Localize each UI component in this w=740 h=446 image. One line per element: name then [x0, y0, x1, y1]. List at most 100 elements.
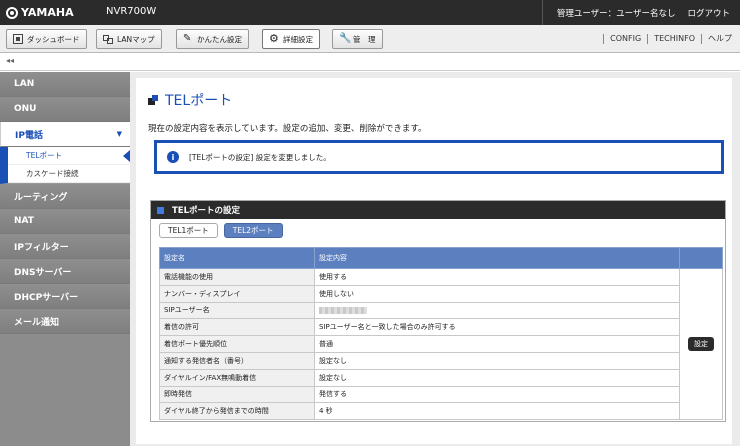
setting-name: 通知する発信者名（番号）	[159, 351, 315, 370]
dashboard-icon	[13, 34, 23, 44]
sidebar-submenu: TELポート カスケード接続	[0, 147, 130, 184]
table-row: ナンバー・ディスプレイ 使用しない	[159, 284, 723, 303]
yamaha-logo-icon	[6, 6, 18, 19]
tab-dashboard[interactable]: ダッシュボード	[6, 29, 87, 49]
sidebar-item-label: ONU	[14, 104, 37, 114]
setting-name: 即時発信	[159, 385, 315, 404]
sidebar-item-onu[interactable]: ONU	[0, 97, 130, 122]
setting-name: 着信ポート優先順位	[159, 335, 315, 353]
info-icon: i	[167, 151, 179, 163]
help-link[interactable]: ヘルプ	[708, 33, 732, 44]
setting-value: 普通	[314, 335, 680, 353]
sidebar-item-nat[interactable]: NAT	[0, 209, 130, 234]
tab-label: ダッシュボード	[27, 34, 80, 44]
sidebar-item-label: IP電話	[15, 130, 43, 141]
setting-name: ナンバー・ディスプレイ	[159, 284, 315, 303]
chevron-down-icon: ▼	[116, 130, 122, 138]
setting-value: 4 秒	[314, 402, 680, 421]
setting-name: ダイヤル終了から発信までの時間	[159, 402, 315, 421]
sidebar: LAN ONU IP電話 ▼ TELポート カスケード接続 ルーティング NAT…	[0, 72, 130, 446]
setting-value: 発信する	[314, 385, 680, 404]
easy-setup-icon: ✎	[183, 33, 192, 44]
setting-value: 使用する	[314, 268, 680, 286]
panel-header-icon	[157, 206, 164, 214]
config-link[interactable]: CONFIG	[610, 34, 641, 43]
tab-easy-setup[interactable]: ✎ かんたん設定	[176, 29, 249, 49]
sidebar-item-label: DHCPサーバー	[14, 292, 79, 303]
table-row: 着信ポート優先順位 普通	[159, 335, 723, 353]
sidebar-item-routing[interactable]: ルーティング	[0, 184, 130, 209]
table-row: SIPユーザー名	[159, 301, 723, 320]
page-description: 現在の設定内容を表示しています。設定の追加、変更、削除ができます。	[148, 124, 427, 134]
settings-table: 設定名 設定内容 電話機能の使用 使用する 設定 ナンバー・ディスプレイ 使用し…	[159, 247, 723, 421]
sidebar-item-label: DNSサーバー	[14, 267, 72, 278]
sidebar-item-label: IPフィルター	[14, 242, 69, 253]
tab-management[interactable]: 🔧 管 理	[332, 29, 383, 49]
sidebar-subitem-label: TELポート	[26, 151, 62, 160]
tab-lan-map[interactable]: LANマップ	[96, 29, 162, 49]
techinfo-link[interactable]: TECHINFO	[654, 34, 695, 43]
sidebar-item-dns-server[interactable]: DNSサーバー	[0, 259, 130, 284]
sidebar-item-ip-filter[interactable]: IPフィルター	[0, 234, 130, 259]
top-right: 管理ユーザー：ユーザー名なし ログアウト	[541, 0, 740, 25]
table-row: 即時発信 発信する	[159, 385, 723, 404]
divider	[647, 33, 649, 44]
sidebar-item-label: LAN	[14, 79, 35, 89]
logo-text: YAMAHA	[21, 6, 74, 19]
column-header-action	[679, 247, 723, 269]
column-header: 設定内容	[314, 247, 680, 269]
content-pane: TELポート 現在の設定内容を表示しています。設定の追加、変更、削除ができます。…	[136, 78, 732, 444]
logout-link[interactable]: ログアウト	[687, 7, 730, 19]
tab-advanced-settings[interactable]: ⚙ 詳細設定	[262, 29, 320, 49]
panel-title: TELポートの設定	[172, 206, 241, 216]
page-title-icon	[148, 94, 159, 106]
table-row: 通知する発信者名（番号） 設定なし	[159, 351, 723, 370]
tab-label: 詳細設定	[283, 34, 313, 44]
setting-value-redacted	[314, 301, 680, 320]
table-row: ダイヤル終了から発信までの時間 4 秒	[159, 402, 723, 421]
table-row: 電話機能の使用 使用する 設定	[159, 267, 723, 421]
page-title: TELポート	[148, 90, 232, 110]
main-nav: ダッシュボード LANマップ ✎ かんたん設定 ⚙ 詳細設定 🔧 管 理 CON…	[0, 25, 740, 53]
tab-tel2-port[interactable]: TEL2ポート	[223, 223, 283, 238]
collapse-sidebar-icon[interactable]: ◂◂	[6, 56, 14, 65]
setting-value: SIPユーザー名と一致した場合のみ許可する	[314, 318, 680, 337]
sidebar-item-mail-notify[interactable]: メール通知	[0, 309, 130, 334]
action-cell: 設定	[679, 267, 723, 421]
setting-name: 着信の許可	[159, 318, 315, 337]
sidebar-subitem-tel-port[interactable]: TELポート	[8, 147, 130, 165]
table-row: 着信の許可 SIPユーザー名と一致した場合のみ許可する	[159, 318, 723, 337]
setting-name: SIPユーザー名	[159, 301, 315, 320]
yamaha-logo: YAMAHA	[6, 6, 74, 19]
table-header-row: 設定名 設定内容	[159, 247, 723, 269]
sidebar-item-dhcp-server[interactable]: DHCPサーバー	[0, 284, 130, 309]
sidebar-subitem-cascade[interactable]: カスケード接続	[8, 165, 130, 183]
divider	[603, 33, 605, 44]
setting-name: 電話機能の使用	[159, 268, 315, 286]
redacted-value	[319, 306, 367, 314]
wrench-icon: 🔧	[339, 33, 352, 44]
divider	[541, 0, 543, 25]
tab-label: かんたん設定	[197, 34, 242, 44]
lan-map-icon	[103, 34, 113, 44]
collapse-strip: ◂◂	[0, 53, 740, 71]
setting-value: 設定なし	[314, 368, 680, 387]
divider	[701, 33, 702, 44]
header-links: CONFIG TECHINFO ヘルプ	[603, 33, 732, 44]
tab-label: 管 理	[353, 34, 376, 44]
sidebar-item-ip-phone[interactable]: IP電話 ▼	[0, 122, 130, 147]
sidebar-item-label: NAT	[14, 216, 34, 226]
tel-port-settings-panel: TELポートの設定 TEL1ポート TEL2ポート 設定名 設定内容 電話機能の…	[150, 200, 726, 422]
user-label: 管理ユーザー：ユーザー名なし	[556, 8, 676, 19]
sidebar-item-lan[interactable]: LAN	[0, 72, 130, 97]
edit-settings-button[interactable]: 設定	[688, 337, 714, 352]
model-name: NVR700W	[106, 6, 157, 17]
gear-icon: ⚙	[269, 32, 279, 45]
tab-tel1-port[interactable]: TEL1ポート	[159, 223, 218, 238]
notice-text: [TELポートの設定] 設定を変更しました。	[189, 152, 331, 162]
setting-name: ダイヤルイン/FAX無鳴動着信	[159, 368, 315, 387]
setting-value: 使用しない	[314, 284, 680, 303]
notice-box: i [TELポートの設定] 設定を変更しました。	[154, 140, 724, 174]
sidebar-subitem-label: カスケード接続	[26, 169, 79, 178]
top-bar: YAMAHA NVR700W 管理ユーザー：ユーザー名なし ログアウト	[0, 0, 740, 25]
